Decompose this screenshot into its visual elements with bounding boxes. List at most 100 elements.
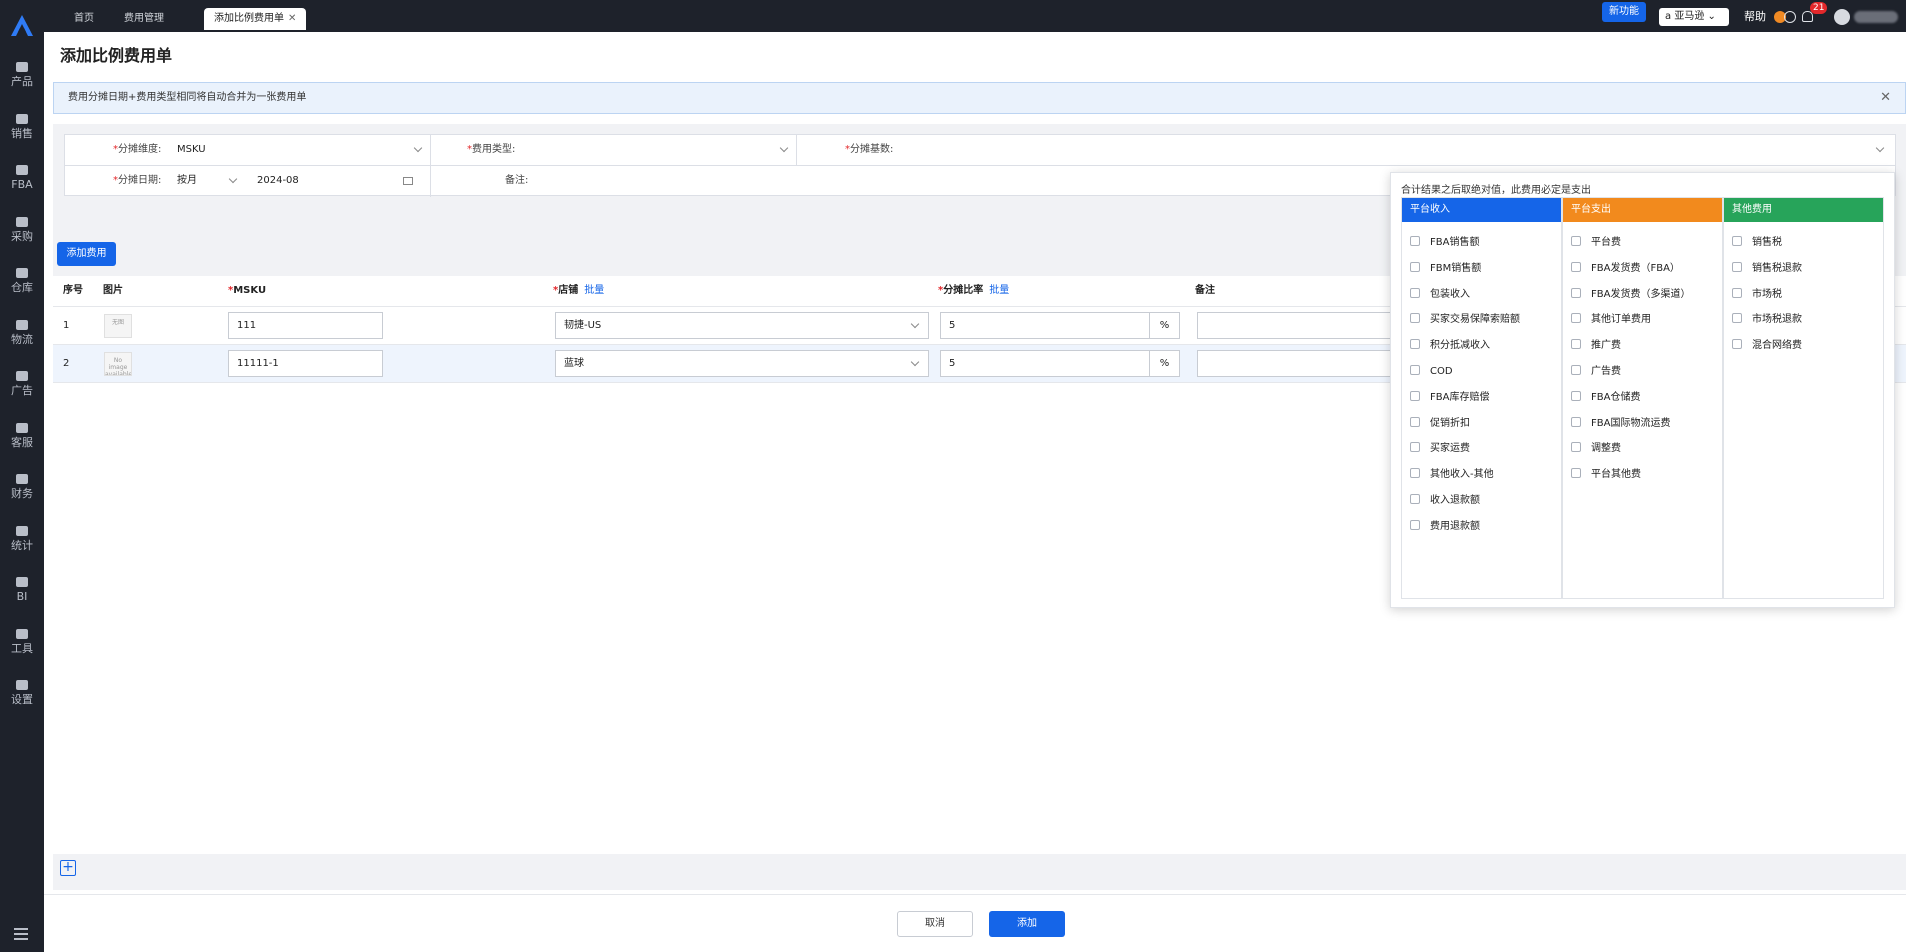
sidebar-item-8[interactable]: 财务 [0, 464, 44, 508]
fee-option[interactable]: FBA发货费（FBA） [1571, 261, 1680, 276]
fee-option[interactable]: 广告费 [1571, 365, 1621, 379]
fee-option[interactable]: FBM销售额 [1410, 261, 1481, 276]
store-select[interactable]: 韧捷-US [555, 312, 929, 339]
fee-option[interactable]: 平台其他费 [1571, 468, 1641, 482]
submit-button[interactable]: 添加 [989, 911, 1065, 937]
checkbox[interactable] [1732, 236, 1742, 246]
sidebar-item-1[interactable]: 销售 [0, 104, 44, 148]
checkbox[interactable] [1732, 261, 1742, 272]
checkbox[interactable] [1410, 468, 1420, 479]
checkbox[interactable] [1410, 390, 1420, 401]
sidebar-item-0[interactable]: 产品 [0, 52, 44, 96]
fee-option[interactable]: 推广费 [1571, 339, 1621, 353]
help-link[interactable]: 帮助 [1744, 8, 1766, 26]
sidebar-item-4[interactable]: 仓库 [0, 258, 44, 302]
sidebar-item-7[interactable]: 客服 [0, 413, 44, 457]
add-fee-button[interactable]: 添加费用 [57, 242, 116, 266]
msku-input[interactable]: 111 [228, 312, 383, 339]
download-icon[interactable] [1784, 11, 1796, 23]
sidebar-item-12[interactable]: 设置 [0, 670, 44, 714]
checkbox[interactable] [1410, 287, 1420, 298]
checkbox[interactable] [1732, 339, 1742, 350]
checkbox[interactable] [1410, 442, 1420, 453]
ratio-batch-link[interactable]: 批量 [989, 285, 1009, 296]
store-select[interactable]: a 亚马逊 ⌄ [1659, 8, 1729, 26]
fee-option[interactable]: 买家运费 [1410, 442, 1470, 456]
date-field[interactable]: *分摊日期: 按月 2024-08 [65, 166, 431, 197]
fee-option[interactable]: FBA国际物流运费 [1571, 416, 1670, 431]
checkbox[interactable] [1410, 313, 1420, 324]
fee-type-field[interactable]: *费用类型: [431, 135, 797, 166]
checkbox[interactable] [1410, 236, 1420, 246]
fee-option[interactable]: 销售税退款 [1732, 261, 1802, 276]
calendar-icon[interactable] [403, 177, 413, 185]
fee-option[interactable]: FBA发货费（多渠道） [1571, 287, 1690, 302]
fee-option[interactable]: FBA销售额 [1410, 236, 1479, 250]
checkbox[interactable] [1571, 468, 1581, 479]
fee-option[interactable]: COD [1410, 365, 1453, 379]
remark-field[interactable]: 备注: [431, 166, 1529, 197]
product-thumbnail[interactable]: No image available [104, 352, 132, 376]
collapse-menu-icon[interactable] [14, 928, 28, 940]
fee-option[interactable]: FBA库存赔偿 [1410, 390, 1489, 405]
tab-home[interactable]: 首页 [64, 8, 104, 30]
checkbox[interactable] [1410, 261, 1420, 272]
fee-option[interactable]: 收入退款额 [1410, 494, 1480, 508]
username-redacted[interactable] [1854, 11, 1898, 23]
checkbox[interactable] [1571, 416, 1581, 427]
fee-option[interactable]: 混合网络费 [1732, 339, 1802, 353]
tab-fee-management[interactable]: 费用管理 [114, 8, 174, 30]
fee-option[interactable]: FBA仓储费 [1571, 390, 1640, 405]
fee-option[interactable]: 积分抵减收入 [1410, 339, 1490, 353]
avatar[interactable] [1834, 9, 1850, 25]
checkbox[interactable] [1410, 365, 1420, 375]
allocation-base-field[interactable]: *分摊基数: [797, 135, 1895, 166]
checkbox[interactable] [1410, 519, 1420, 530]
sidebar-item-2[interactable]: FBA [0, 155, 44, 199]
add-row-button[interactable]: + [60, 860, 76, 876]
checkbox[interactable] [1571, 287, 1581, 298]
ratio-input[interactable]: 5 [940, 312, 1150, 339]
checkbox[interactable] [1571, 339, 1581, 350]
checkbox[interactable] [1571, 390, 1581, 401]
checkbox[interactable] [1571, 442, 1581, 453]
sidebar-item-5[interactable]: 物流 [0, 310, 44, 354]
store-select[interactable]: 蓝球 [555, 350, 929, 377]
checkbox[interactable] [1571, 236, 1581, 246]
checkbox[interactable] [1732, 287, 1742, 298]
product-thumbnail[interactable]: 无图 [104, 314, 132, 338]
checkbox[interactable] [1410, 494, 1420, 504]
cancel-button[interactable]: 取消 [897, 911, 973, 937]
fee-option[interactable]: 市场税 [1732, 287, 1782, 302]
close-icon[interactable]: ✕ [1880, 83, 1891, 113]
fee-option[interactable]: 平台费 [1571, 236, 1621, 250]
date-value[interactable]: 2024-08 [257, 166, 299, 196]
fee-option[interactable]: 包装收入 [1410, 287, 1470, 302]
store-batch-link[interactable]: 批量 [584, 285, 604, 296]
sidebar-item-10[interactable]: BI [0, 567, 44, 611]
sidebar-item-11[interactable]: 工具 [0, 619, 44, 663]
fee-option[interactable]: 调整费 [1571, 442, 1621, 456]
ratio-input[interactable]: 5 [940, 350, 1150, 377]
fee-option[interactable]: 买家交易保障索赔额 [1410, 313, 1520, 327]
date-mode-select[interactable]: 按月 [177, 166, 197, 196]
notification-bell[interactable]: 21 [1800, 2, 1828, 24]
checkbox[interactable] [1732, 313, 1742, 324]
tab-add-ratio-fee[interactable]: 添加比例费用单 ✕ [204, 8, 307, 30]
fee-option[interactable]: 其他收入-其他 [1410, 468, 1494, 482]
sidebar-item-3[interactable]: 采购 [0, 207, 44, 251]
fee-option[interactable]: 费用退款额 [1410, 519, 1480, 534]
fee-option[interactable]: 促销折扣 [1410, 416, 1470, 431]
sidebar-item-9[interactable]: 统计 [0, 516, 44, 560]
checkbox[interactable] [1410, 339, 1420, 350]
checkbox[interactable] [1571, 365, 1581, 375]
fee-option[interactable]: 市场税退款 [1732, 313, 1802, 327]
checkbox[interactable] [1410, 416, 1420, 427]
msku-input[interactable]: 11111-1 [228, 350, 383, 377]
fee-option[interactable]: 销售税 [1732, 236, 1782, 250]
fee-option[interactable]: 其他订单费用 [1571, 313, 1651, 327]
close-tab-icon[interactable]: ✕ [288, 13, 296, 24]
checkbox[interactable] [1571, 261, 1581, 272]
checkbox[interactable] [1571, 313, 1581, 324]
new-feature-badge[interactable]: 新功能 [1602, 2, 1646, 22]
